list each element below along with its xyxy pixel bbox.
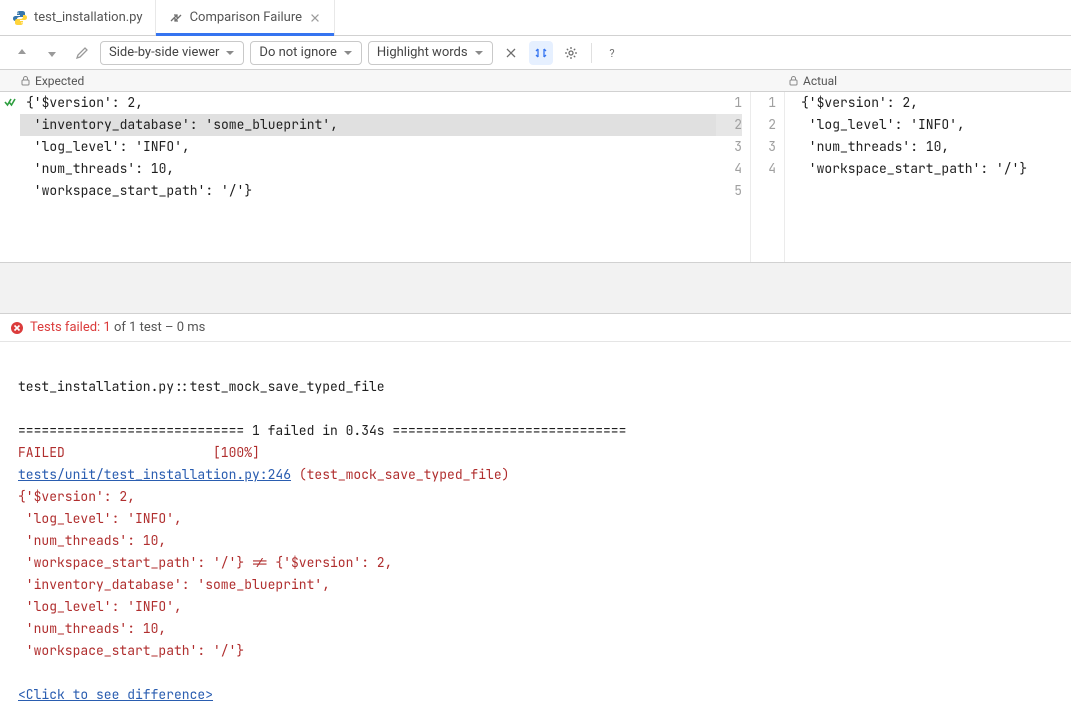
console-line [18, 354, 1053, 376]
tab-comparison-label: Comparison Failure [190, 10, 302, 25]
tab-file-label: test_installation.py [34, 10, 143, 25]
diff-body[interactable]: {'$version': 2, 'inventory_database': 's… [0, 92, 1071, 262]
actual-line: 'workspace_start_path': '/'} [795, 158, 1071, 180]
left-line-numbers: 12345 [716, 92, 750, 262]
console-line [18, 662, 1053, 684]
console-link[interactable]: tests/unit/test_installation.py:246 [18, 466, 291, 483]
diff-left-pane: {'$version': 2, 'inventory_database': 's… [0, 92, 716, 262]
test-status-bar: Tests failed: 1 of 1 test – 0 ms [0, 314, 1071, 342]
diff-headers: Expected Actual [0, 70, 1071, 92]
lock-icon [20, 75, 31, 86]
console-line: 'log_level': 'INFO', [18, 596, 1053, 618]
help-icon[interactable]: ? [600, 41, 624, 65]
panel-gap [0, 262, 1071, 314]
console-line: {'$version': 2, [18, 486, 1053, 508]
line-number: 2 [716, 114, 742, 136]
prev-diff-icon[interactable] [10, 41, 34, 65]
diff-right-pane: {'$version': 2, 'log_level': 'INFO', 'nu… [784, 92, 1071, 262]
expected-line: 'log_level': 'INFO', [20, 136, 716, 158]
chevron-down-icon [225, 48, 235, 58]
sync-scroll-icon[interactable] [529, 41, 553, 65]
ignore-mode-select[interactable]: Do not ignore [250, 41, 361, 65]
ignore-mode-label: Do not ignore [259, 45, 336, 60]
tab-comparison[interactable]: Comparison Failure [156, 0, 335, 35]
line-number: 3 [751, 136, 776, 158]
console-line: <Click to see difference> [18, 684, 1053, 705]
right-line-numbers: 1234 [750, 92, 784, 262]
test-console[interactable]: test_installation.py::test_mock_save_typ… [0, 342, 1071, 705]
expected-line: 'inventory_database': 'some_blueprint', [20, 114, 716, 136]
chevron-down-icon [474, 48, 484, 58]
error-icon [10, 321, 24, 335]
diff-icon [168, 10, 184, 26]
edit-icon[interactable] [70, 41, 94, 65]
console-link[interactable]: <Click to see difference> [18, 686, 213, 703]
actual-line: {'$version': 2, [795, 92, 1071, 114]
highlight-mode-label: Highlight words [377, 45, 468, 60]
diff-header-actual: Actual [784, 70, 1071, 91]
expected-line: 'num_threads': 10, [20, 158, 716, 180]
line-number: 1 [716, 92, 742, 114]
console-line: ============================= 1 failed i… [18, 420, 1053, 442]
highlight-mode-select[interactable]: Highlight words [368, 41, 493, 65]
lock-icon [788, 75, 799, 86]
console-line: 'num_threads': 10, [18, 530, 1053, 552]
settings-icon[interactable] [559, 41, 583, 65]
tests-total: of 1 test – 0 ms [111, 320, 206, 335]
line-number: 4 [751, 158, 776, 180]
actual-line: 'log_level': 'INFO', [795, 114, 1071, 136]
console-line: 'num_threads': 10, [18, 618, 1053, 640]
expected-title: Expected [35, 74, 84, 88]
line-number: 5 [716, 180, 742, 202]
expected-line: 'workspace_start_path': '/'} [20, 180, 716, 202]
console-line: 'workspace_start_path': '/'} [18, 640, 1053, 662]
svg-text:?: ? [609, 47, 614, 60]
actual-title: Actual [803, 74, 837, 88]
tab-file[interactable]: test_installation.py [0, 0, 156, 35]
line-number: 4 [716, 158, 742, 180]
tabs-bar: test_installation.py Comparison Failure [0, 0, 1071, 36]
console-line [18, 398, 1053, 420]
console-line: FAILED [100%] [18, 442, 1053, 464]
python-file-icon [12, 10, 28, 26]
next-diff-icon[interactable] [40, 41, 64, 65]
close-icon[interactable] [308, 11, 322, 25]
collapse-unchanged-icon[interactable] [499, 41, 523, 65]
console-line: 'inventory_database': 'some_blueprint', [18, 574, 1053, 596]
console-line: 'log_level': 'INFO', [18, 508, 1053, 530]
diff-toolbar: Side-by-side viewer Do not ignore Highli… [0, 36, 1071, 70]
line-number: 1 [751, 92, 776, 114]
diff-header-expected: Expected [0, 70, 716, 91]
tests-failed-count: Tests failed: 1 [30, 320, 111, 335]
viewer-mode-select[interactable]: Side-by-side viewer [100, 41, 244, 65]
actual-line: 'num_threads': 10, [795, 136, 1071, 158]
viewer-mode-label: Side-by-side viewer [109, 45, 219, 60]
line-number: 2 [751, 114, 776, 136]
console-line: test_installation.py::test_mock_save_typ… [18, 376, 1053, 398]
console-line: 'workspace_start_path': '/'} != {'$versi… [18, 552, 1053, 574]
console-line: tests/unit/test_installation.py:246 (tes… [18, 464, 1053, 486]
line-number: 3 [716, 136, 742, 158]
expected-line: {'$version': 2, [20, 92, 716, 114]
checkmark-icon [3, 95, 17, 109]
chevron-down-icon [343, 48, 353, 58]
separator [591, 43, 592, 63]
